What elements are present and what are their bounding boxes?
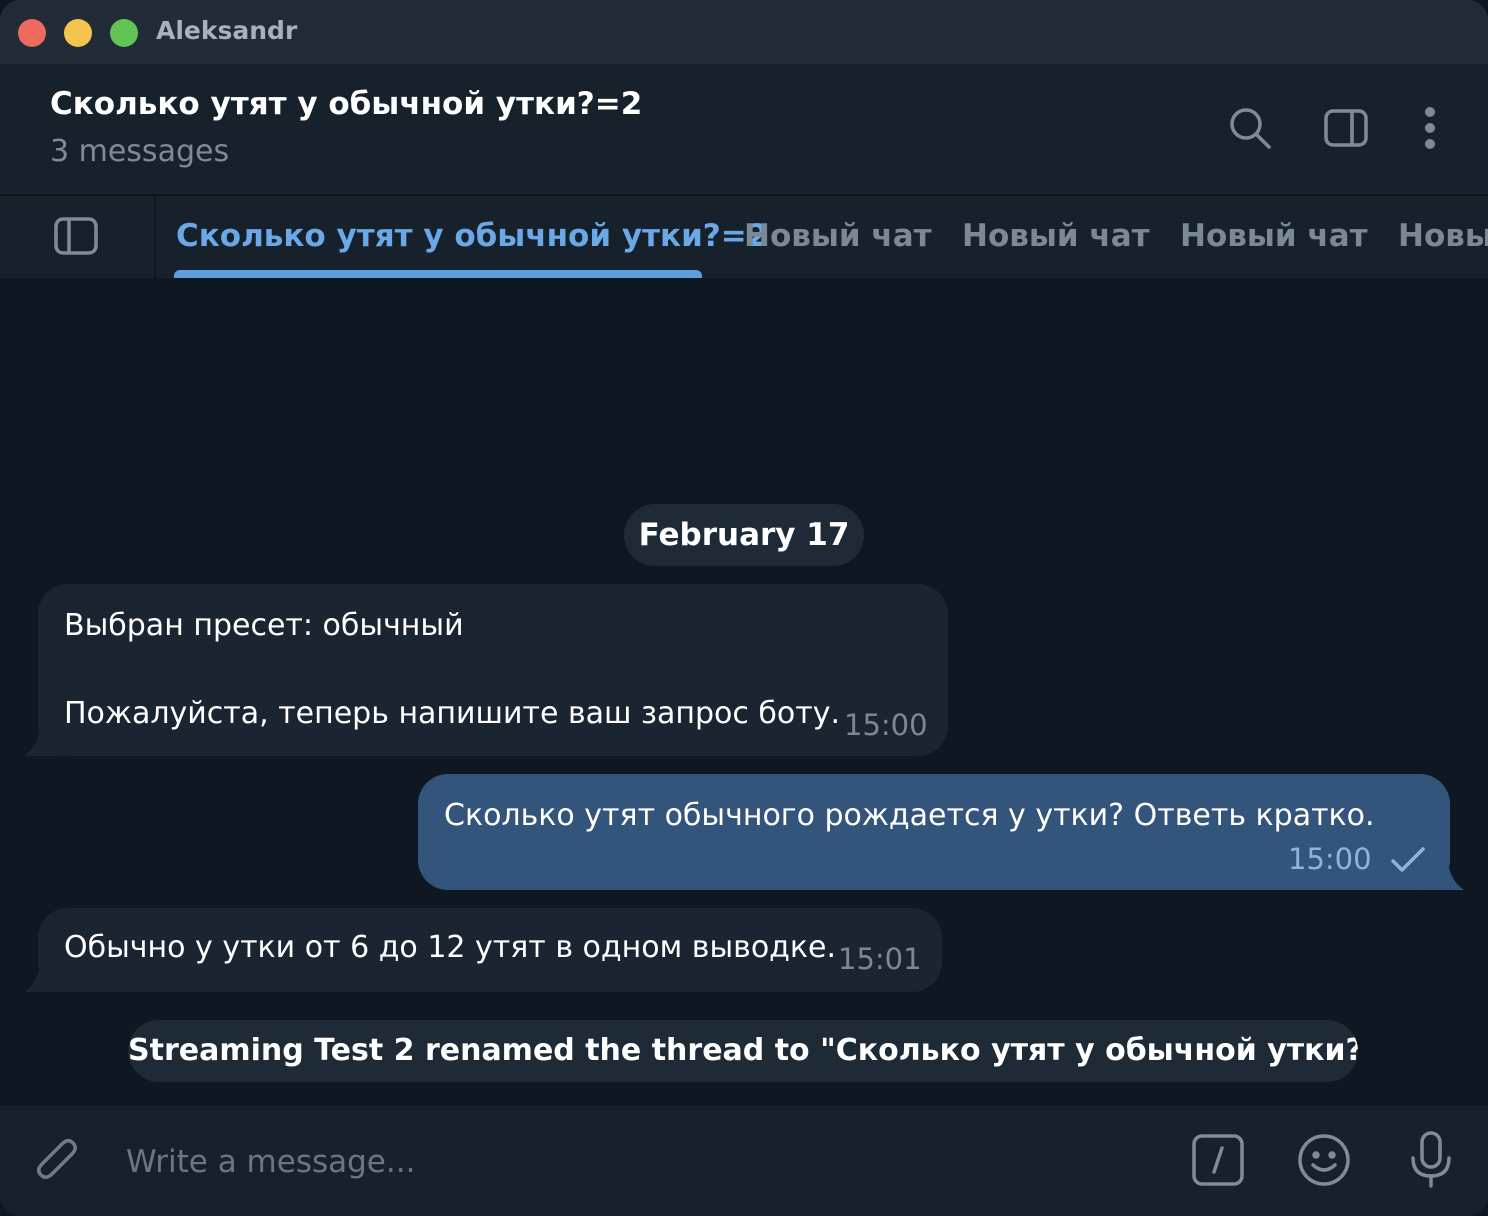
chat-title[interactable]: Сколько утят у обычной утки?=2: [50, 86, 642, 122]
message-incoming[interactable]: Обычно у утки от 6 до 12 утят в одном вы…: [38, 908, 942, 992]
message-outgoing[interactable]: Сколько утят обычного рождается у утки? …: [418, 774, 1450, 890]
date-separator: February 17: [624, 504, 864, 566]
emoji-icon[interactable]: [1296, 1132, 1352, 1188]
message-text: Сколько утят обычного рождается у утки? …: [444, 798, 1375, 833]
sidebar-toggle-icon: [54, 217, 98, 255]
more-vertical-icon[interactable]: [1406, 104, 1454, 152]
message-time: 15:01: [838, 942, 922, 976]
attach-icon[interactable]: [32, 1134, 82, 1190]
zoom-window-button[interactable]: [110, 19, 138, 47]
message-composer: [0, 1106, 1488, 1216]
thread-tabs: Сколько утят у обычной утки?=2 Новый чат…: [0, 196, 1488, 278]
tab-new-chat[interactable]: Новый чат: [744, 218, 932, 254]
message-time: 15:00: [844, 708, 928, 742]
message-input[interactable]: [124, 1136, 1128, 1188]
service-message: Streaming Test 2 renamed the thread to "…: [128, 1020, 1358, 1082]
tab-thread-active[interactable]: Сколько утят у обычной утки?=2: [176, 218, 768, 254]
message-text: Выбран пресет: обычный: [64, 608, 464, 643]
microphone-icon[interactable]: [1408, 1130, 1454, 1190]
message-time: 15:00: [1288, 842, 1372, 876]
active-tab-indicator: [174, 270, 702, 278]
search-icon[interactable]: [1226, 104, 1274, 152]
window-title: Aleksandr: [156, 16, 298, 45]
message-text: Пожалуйста, теперь напишите ваш запрос б…: [64, 696, 841, 731]
title-bar: Aleksandr: [0, 0, 1488, 64]
chat-header: Сколько утят у обычной утки?=2 3 message…: [0, 64, 1488, 196]
tab-new-chat[interactable]: Новый чат: [1180, 218, 1368, 254]
sidebar-toggle-button[interactable]: [0, 196, 156, 278]
tab-new-chat[interactable]: Новый чат: [962, 218, 1150, 254]
message-incoming[interactable]: Выбран пресет: обычный Пожалуйста, тепер…: [38, 584, 948, 756]
minimize-window-button[interactable]: [64, 19, 92, 47]
sent-check-icon: [1391, 847, 1425, 872]
sidebar-panel-icon[interactable]: [1322, 104, 1370, 152]
bot-commands-icon[interactable]: [1190, 1132, 1246, 1188]
message-text: Обычно у утки от 6 до 12 утят в одном вы…: [64, 930, 837, 965]
tab-new-chat-partial[interactable]: Новы: [1398, 218, 1488, 254]
app-window: Aleksandr Сколько утят у обычной утки?=2…: [0, 0, 1488, 1216]
close-window-button[interactable]: [18, 19, 46, 47]
chat-subtitle: 3 messages: [50, 134, 230, 169]
